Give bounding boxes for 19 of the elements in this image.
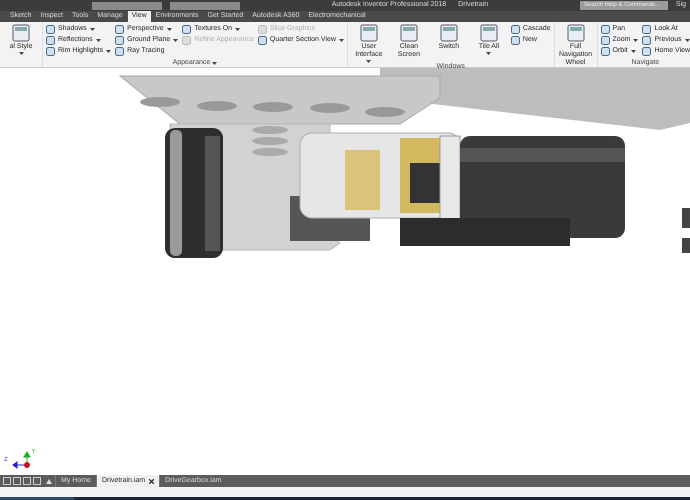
style-dropdown[interactable] bbox=[92, 2, 162, 10]
caret-icon bbox=[173, 39, 178, 42]
appearance-dropdown[interactable] bbox=[170, 2, 240, 10]
caret-icon bbox=[684, 39, 690, 42]
close-icon[interactable] bbox=[149, 478, 154, 484]
caret-icon bbox=[366, 60, 372, 63]
caret-icon bbox=[486, 52, 492, 55]
triangle-up-icon[interactable] bbox=[46, 478, 52, 484]
caret-icon bbox=[106, 50, 112, 53]
caret-icon bbox=[633, 39, 638, 42]
caret-icon bbox=[96, 39, 101, 42]
caret-icon bbox=[235, 28, 240, 31]
caret-icon bbox=[90, 28, 95, 31]
caret-icon bbox=[338, 39, 344, 42]
window-layout-icon[interactable] bbox=[3, 477, 43, 485]
caret-icon bbox=[212, 62, 218, 64]
caret-icon bbox=[630, 50, 636, 53]
caret-icon bbox=[166, 28, 172, 31]
caret-icon bbox=[18, 52, 24, 55]
